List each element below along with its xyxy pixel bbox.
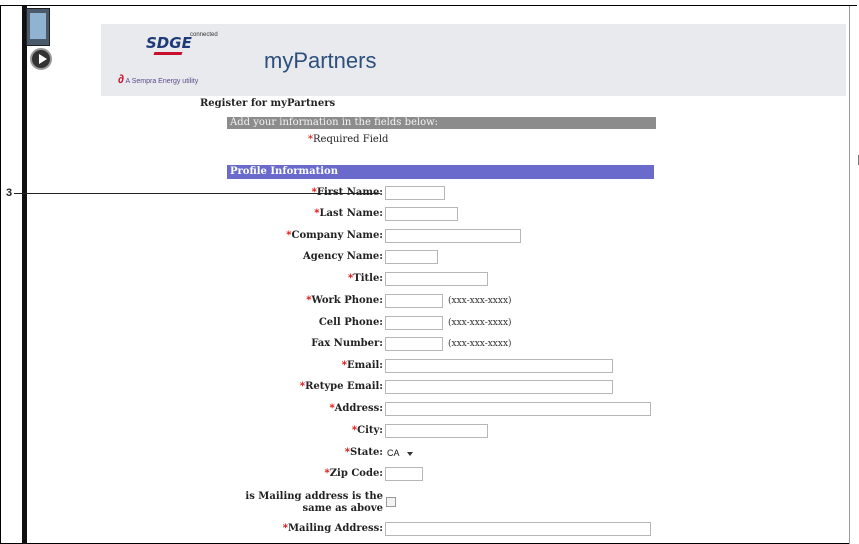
row-cell-phone: Cell Phone: (xxx-xxx-xxxx): [0, 316, 859, 332]
title-label-text: Title:: [353, 273, 383, 284]
state-select[interactable]: CA: [385, 446, 417, 460]
email-input[interactable]: [385, 359, 613, 373]
fax-number-input[interactable]: [385, 337, 443, 351]
row-mailing-same: is Mailing address is the same as above: [0, 491, 859, 519]
mailing-address-input[interactable]: [385, 522, 651, 536]
sdge-logo[interactable]: SDGE connected ∂ A Sempra Energy utility: [118, 32, 236, 86]
section-title: Profile Information: [227, 165, 654, 179]
row-work-phone: *Work Phone: (xxx-xxx-xxxx): [0, 294, 859, 310]
retype-email-label: *Retype Email:: [300, 381, 383, 392]
company-name-label: *Company Name:: [286, 230, 383, 241]
first-name-label: *First Name:: [312, 187, 383, 198]
company-name-input[interactable]: [385, 229, 521, 243]
parent-company: ∂ A Sempra Energy utility: [118, 72, 228, 86]
video-player-widget[interactable]: [26, 8, 54, 70]
cell-phone-hint: (xxx-xxx-xxxx): [448, 318, 512, 328]
retype-email-input[interactable]: [385, 380, 613, 394]
first-name-label-text: First Name:: [316, 187, 383, 198]
state-label-text: State:: [350, 447, 383, 458]
title-input[interactable]: [385, 272, 488, 286]
row-first-name: *First Name:: [0, 186, 859, 202]
logo-tag: connected: [190, 32, 218, 38]
fax-number-hint: (xxx-xxx-xxxx): [448, 339, 512, 349]
row-zip-code: *Zip Code:: [0, 467, 859, 483]
row-mailing-address: *Mailing Address:: [0, 522, 859, 538]
address-label: *Address:: [329, 403, 383, 414]
address-label-text: Address:: [334, 403, 383, 414]
zip-code-input[interactable]: [385, 467, 423, 481]
email-label: *Email:: [342, 360, 383, 371]
page-heading: Register for myPartners: [200, 98, 336, 109]
row-retype-email: *Retype Email:: [0, 380, 859, 396]
cell-phone-label: Cell Phone:: [318, 317, 383, 328]
logo-ribbon: [153, 52, 183, 55]
fax-number-label: Fax Number:: [311, 338, 383, 349]
city-label-text: City:: [357, 425, 383, 436]
sempra-logo-icon: ∂: [118, 72, 124, 86]
zip-code-label: *Zip Code:: [325, 468, 383, 479]
row-state: *State: CA: [0, 446, 859, 462]
row-title: *Title:: [0, 272, 859, 288]
agency-name-label: Agency Name:: [302, 251, 383, 262]
instruction-bar: Add your information in the fields below…: [227, 117, 656, 129]
video-thumbnail-icon: [26, 8, 50, 46]
title-label: *Title:: [348, 273, 383, 284]
row-city: *City:: [0, 424, 859, 440]
row-address: *Address:: [0, 402, 859, 418]
row-company-name: *Company Name:: [0, 229, 859, 245]
work-phone-hint: (xxx-xxx-xxxx): [448, 296, 512, 306]
state-selected-value: CA: [387, 448, 400, 458]
work-phone-label: *Work Phone:: [306, 295, 383, 306]
parent-company-text: A Sempra Energy utility: [125, 78, 199, 85]
row-email: *Email:: [0, 359, 859, 375]
row-agency-name: Agency Name:: [0, 250, 859, 266]
mailing-same-label: is Mailing address is the same as above: [245, 491, 383, 514]
cell-phone-input[interactable]: [385, 316, 443, 330]
required-note: *Required Field: [308, 134, 388, 145]
row-fax-number: Fax Number: (xxx-xxx-xxxx): [0, 337, 859, 353]
mailing-same-checkbox[interactable]: [386, 497, 396, 507]
app-title: myPartners: [264, 48, 377, 73]
site-header: SDGE connected ∂ A Sempra Energy utility…: [101, 24, 846, 96]
email-label-text: Email:: [347, 360, 383, 371]
row-last-name: *Last Name:: [0, 207, 859, 223]
address-input[interactable]: [385, 402, 651, 416]
last-name-input[interactable]: [385, 207, 458, 221]
last-name-label: *Last Name:: [314, 208, 383, 219]
retype-email-label-text: Retype Email:: [305, 381, 383, 392]
logo-text: SDGE: [146, 34, 192, 52]
first-name-input[interactable]: [385, 186, 445, 200]
work-phone-label-text: Work Phone:: [311, 295, 383, 306]
agency-name-input[interactable]: [385, 250, 438, 264]
required-note-text: Required Field: [313, 134, 389, 145]
city-label: *City:: [352, 425, 383, 436]
last-name-label-text: Last Name:: [319, 208, 384, 219]
company-name-label-text: Company Name:: [291, 230, 384, 241]
work-phone-input[interactable]: [385, 294, 443, 308]
play-icon[interactable]: [30, 48, 52, 70]
mailing-address-label-text: Mailing Address:: [287, 523, 383, 534]
state-label: *State:: [345, 447, 383, 458]
dropdown-caret-icon[interactable]: [407, 452, 413, 456]
zip-code-label-text: Zip Code:: [329, 468, 383, 479]
city-input[interactable]: [385, 424, 488, 438]
mailing-address-label: *Mailing Address:: [283, 523, 383, 534]
